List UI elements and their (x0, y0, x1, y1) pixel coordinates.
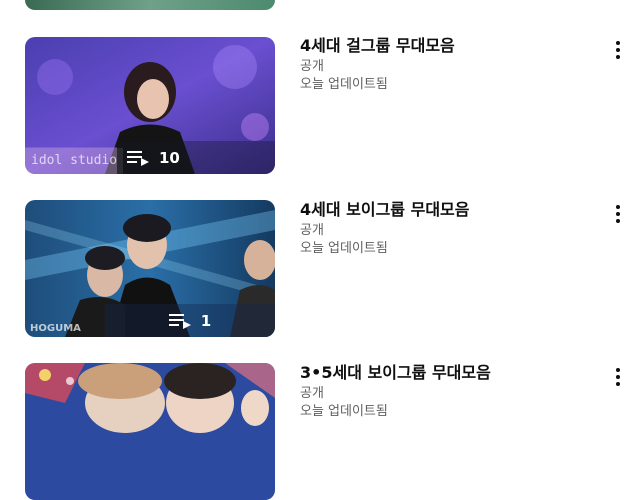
playlist-info[interactable]: 3•5세대 보이그룹 무대모음 공개 오늘 업데이트됨 (300, 363, 491, 421)
playlist-visibility: 공개 (300, 59, 324, 74)
more-vertical-icon[interactable] (610, 202, 626, 226)
playlist-thumbnail-partial[interactable] (25, 0, 275, 10)
more-vertical-icon[interactable] (610, 365, 626, 389)
playlist-count-overlay: 1 (105, 304, 275, 337)
channel-watermark: idol studio (25, 148, 124, 174)
playlist-thumbnail[interactable]: idol studio 10 (25, 37, 275, 174)
playlist-info[interactable]: 4세대 보이그룹 무대모음 공개 오늘 업데이트됨 (300, 200, 469, 258)
channel-watermark: HOGUMA (30, 323, 81, 334)
playlist-title[interactable]: 3•5세대 보이그룹 무대모음 (300, 363, 491, 383)
video-count: 1 (200, 311, 212, 330)
playlist-icon (168, 313, 191, 329)
playlist-title[interactable]: 4세대 걸그룹 무대모음 (300, 36, 455, 56)
playlist-count-overlay: 10 (117, 141, 275, 174)
playlist-thumbnail[interactable] (25, 363, 275, 500)
playlist-title[interactable]: 4세대 보이그룹 무대모음 (300, 200, 469, 220)
playlist-visibility: 공개 (300, 386, 324, 401)
playlist-updated: 오늘 업데이트됨 (300, 77, 388, 92)
video-count: 10 (159, 148, 180, 167)
playlist-visibility: 공개 (300, 223, 324, 238)
playlist-info[interactable]: 4세대 걸그룹 무대모음 공개 오늘 업데이트됨 (300, 36, 455, 94)
playlist-updated: 오늘 업데이트됨 (300, 241, 388, 256)
thumbnail-image (25, 363, 275, 500)
more-vertical-icon[interactable] (610, 38, 626, 62)
playlist-updated: 오늘 업데이트됨 (300, 404, 388, 419)
playlist-icon (127, 150, 149, 166)
playlist-thumbnail[interactable]: HOGUMA 1 (25, 200, 275, 337)
